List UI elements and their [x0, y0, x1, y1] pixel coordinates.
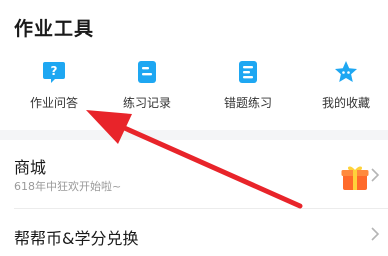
tool-label: 我的收藏 [321, 96, 370, 110]
tool-practice-record[interactable]: 练习记录 [99, 58, 195, 114]
gift-box-icon [341, 166, 369, 190]
mall-subtitle: 618年中狂欢开始啦~ [14, 180, 122, 193]
mall-title: 商城 [14, 158, 47, 177]
svg-text:?: ? [51, 64, 58, 78]
tool-label: 错题练习 [223, 96, 272, 110]
coin-exchange-row[interactable]: 帮帮币&学分兑换 [0, 209, 388, 256]
section-gap [0, 130, 388, 140]
question-bubble-icon: ? [43, 62, 65, 83]
section-title: 作业工具 [14, 18, 95, 40]
chevron-right-icon [371, 227, 380, 241]
tool-label: 练习记录 [122, 96, 171, 110]
tool-wrong-question[interactable]: 错题练习 [200, 58, 296, 114]
tool-homework-qa[interactable]: ? 作业问答 [6, 58, 102, 114]
tool-label: 作业问答 [29, 96, 78, 110]
chevron-right-icon [371, 168, 380, 182]
coin-exchange-title: 帮帮币&学分兑换 [14, 229, 139, 248]
wrong-question-icon [239, 61, 257, 83]
mall-row[interactable]: 商城 618年中狂欢开始啦~ [0, 140, 388, 208]
tool-favorites[interactable]: 我的收藏 [298, 58, 388, 114]
practice-record-icon [138, 61, 156, 83]
favorite-star-icon [335, 61, 357, 82]
